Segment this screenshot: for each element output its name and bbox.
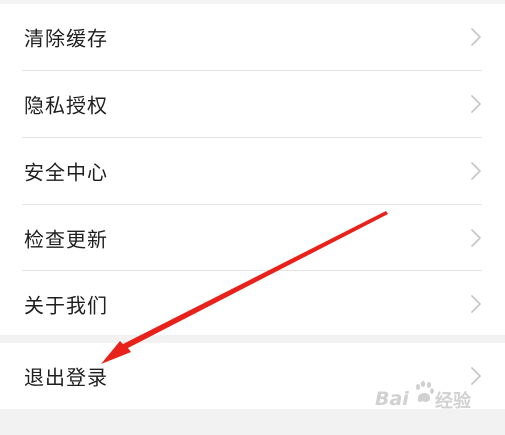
chevron-right-icon bbox=[471, 295, 481, 313]
settings-list: 清除缓存 隐私授权 安全中心 检查更新 关于我们 bbox=[0, 4, 505, 335]
settings-item-about-us[interactable]: 关于我们 bbox=[0, 271, 505, 337]
chevron-right-icon bbox=[471, 162, 481, 180]
settings-item-label: 检查更新 bbox=[24, 227, 108, 252]
chevron-right-icon bbox=[471, 229, 481, 247]
settings-item-privacy-authorization[interactable]: 隐私授权 bbox=[0, 71, 505, 137]
settings-item-check-update[interactable]: 检查更新 bbox=[0, 205, 505, 271]
settings-item-label: 安全中心 bbox=[24, 160, 108, 185]
settings-item-security-center[interactable]: 安全中心 bbox=[0, 138, 505, 204]
logout-section: 退出登录 bbox=[0, 343, 505, 409]
settings-screen: 清除缓存 隐私授权 安全中心 检查更新 关于我们 退出登录 Bai 经验 bbox=[0, 0, 505, 435]
chevron-right-icon bbox=[471, 95, 481, 113]
chevron-right-icon bbox=[471, 28, 481, 46]
logout-label: 退出登录 bbox=[24, 365, 108, 390]
settings-item-label: 隐私授权 bbox=[24, 93, 108, 118]
settings-item-label: 清除缓存 bbox=[24, 26, 108, 51]
settings-item-clear-cache[interactable]: 清除缓存 bbox=[0, 4, 505, 70]
logout-button[interactable]: 退出登录 bbox=[0, 343, 505, 409]
chevron-right-icon bbox=[471, 367, 481, 385]
settings-item-label: 关于我们 bbox=[24, 293, 108, 318]
